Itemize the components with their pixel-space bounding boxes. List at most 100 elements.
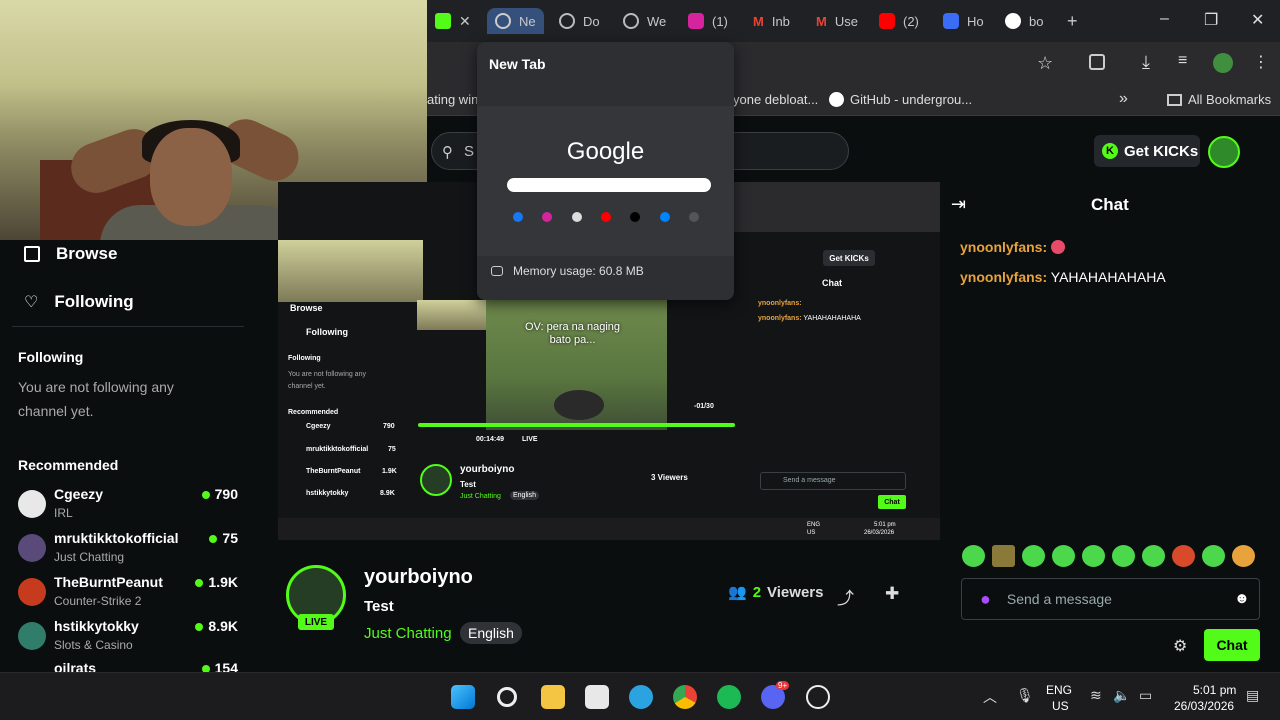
preview-shortcuts: [513, 212, 699, 224]
tab-gmail[interactable]: M Inb: [753, 8, 790, 34]
more-icon: [688, 212, 699, 222]
emote-icon[interactable]: [1202, 545, 1225, 567]
media-control-icon[interactable]: ≡: [1178, 52, 1187, 70]
chat-settings-gear-icon[interactable]: ⚙: [1173, 636, 1187, 656]
nav-browse[interactable]: Browse: [24, 244, 117, 264]
nested-following-empty: You are not following any channel yet.: [288, 371, 366, 390]
new-tab-button[interactable]: +: [1067, 8, 1078, 34]
nav-following[interactable]: ♡ Following: [24, 292, 134, 312]
taskbar-date[interactable]: 26/03/2026: [1174, 699, 1234, 713]
bookmark-star-icon[interactable]: ☆: [1037, 53, 1053, 74]
nested-tb-date: 26/03/2026: [864, 530, 895, 536]
stream-language-tag[interactable]: English: [460, 622, 522, 644]
tab-do[interactable]: Do: [559, 8, 600, 34]
tab-label: Use: [834, 13, 858, 29]
notifications-icon[interactable]: ▤: [1246, 687, 1259, 704]
microphone-icon[interactable]: ●: [980, 589, 991, 610]
globe-icon: [559, 13, 575, 29]
channel-name: hstikkytokky: [54, 618, 139, 634]
send-chat-button[interactable]: Chat: [1204, 629, 1260, 661]
tab-ho[interactable]: Ho: [943, 8, 984, 34]
facebook-icon: [513, 212, 523, 222]
nested-streamer: yourboiyno: [460, 464, 515, 475]
battery-icon[interactable]: ▭: [1139, 687, 1152, 704]
emote-icon[interactable]: [992, 545, 1015, 567]
channel-avatar: [18, 534, 46, 562]
file-explorer-icon[interactable]: [541, 685, 565, 709]
stream-category[interactable]: Just Chatting: [364, 625, 452, 642]
tab-gmail-2[interactable]: M Use: [816, 8, 858, 34]
emote-icon[interactable]: [1172, 545, 1195, 567]
extensions-icon[interactable]: [1089, 54, 1105, 70]
emote-icon[interactable]: [1052, 545, 1075, 567]
tab-close-icon[interactable]: ✕: [459, 13, 471, 30]
tab-instagram[interactable]: (1): [688, 8, 728, 34]
nested-browser-chrome: [733, 182, 940, 232]
all-bookmarks[interactable]: All Bookmarks: [1167, 92, 1271, 107]
recommended-channel[interactable]: hstikkytokky Slots & Casino 8.9K: [18, 618, 240, 662]
channel-name: oilrats: [54, 662, 97, 672]
chat-input[interactable]: ● Send a message ☻: [961, 578, 1260, 620]
tab-google[interactable]: bo: [1005, 8, 1043, 34]
telegram-icon[interactable]: [629, 685, 653, 709]
tab-youtube[interactable]: (2): [879, 8, 919, 34]
chat-title: Chat: [1091, 195, 1129, 214]
close-window-icon[interactable]: ✕: [1251, 10, 1264, 30]
download-icon[interactable]: ⤓: [1142, 52, 1150, 73]
minimize-icon[interactable]: –: [1160, 10, 1169, 28]
spotify-icon[interactable]: [717, 685, 741, 709]
emoji-picker-icon[interactable]: ☻: [1234, 590, 1250, 607]
emote-icon[interactable]: [1022, 545, 1045, 567]
recommended-channel[interactable]: oilrats 154: [18, 662, 240, 672]
app-icon[interactable]: [806, 685, 830, 709]
recommended-channel[interactable]: Cgeezy IRL 790: [18, 486, 240, 530]
chat-username[interactable]: ynoonlyfans: [960, 269, 1042, 285]
taskbar-region[interactable]: US: [1052, 699, 1069, 713]
nested-rec-name: Cgeezy: [306, 423, 331, 430]
emote-bar: [962, 545, 1262, 567]
share-icon[interactable]: ⤴: [837, 584, 854, 609]
viewer-count: 790: [214, 486, 238, 502]
emote-icon[interactable]: [962, 545, 985, 567]
user-avatar[interactable]: [1208, 136, 1240, 168]
emote-icon[interactable]: [1112, 545, 1135, 567]
collapse-chat-icon[interactable]: ⇥: [951, 194, 966, 215]
chrome-icon[interactable]: [673, 685, 697, 709]
volume-icon[interactable]: 🔈: [1113, 687, 1130, 704]
tab-kick[interactable]: ✕: [435, 8, 471, 34]
tab-label: We: [647, 13, 667, 29]
follow-user-icon[interactable]: ✚: [885, 584, 899, 604]
search-icon[interactable]: [497, 687, 517, 707]
bookmarks-overflow-icon[interactable]: »: [1119, 90, 1128, 108]
microphone-icon[interactable]: 🎙: [1016, 687, 1034, 704]
taskbar-time[interactable]: 5:01 pm: [1193, 683, 1236, 697]
emote-icon[interactable]: [1232, 545, 1255, 567]
nested-live: LIVE: [522, 436, 538, 443]
recommended-heading: Recommended: [18, 457, 119, 473]
recommended-channel[interactable]: mruktikktokofficial Just Chatting 75: [18, 530, 240, 574]
tab-we[interactable]: We: [623, 8, 666, 34]
recommended-channel[interactable]: TheBurntPeanut Counter-Strike 2 1.9K: [18, 574, 240, 618]
all-bookmarks-label: All Bookmarks: [1188, 92, 1272, 107]
get-kicks-button[interactable]: K Get KICKs: [1094, 135, 1200, 167]
browse-icon: [24, 246, 40, 262]
get-kicks-label: Get KICKs: [1124, 142, 1199, 160]
taskbar-lang[interactable]: ENG: [1046, 683, 1072, 697]
microsoft-store-icon[interactable]: [585, 685, 609, 709]
maximize-icon[interactable]: ❐: [1204, 10, 1218, 30]
emote-icon[interactable]: [1142, 545, 1165, 567]
wifi-icon[interactable]: ≋: [1090, 687, 1102, 704]
kick-favicon-icon: [435, 13, 451, 29]
tab-new-tab[interactable]: Ne: [487, 8, 544, 34]
bookmark-github[interactable]: GitHub - undergrou...: [829, 92, 972, 107]
bookmark-item[interactable]: yone debloat...: [733, 92, 818, 107]
emote-icon[interactable]: [1082, 545, 1105, 567]
memory-icon: [491, 266, 503, 276]
channel-name: Cgeezy: [54, 486, 104, 502]
profile-avatar-icon[interactable]: [1213, 53, 1233, 73]
chat-username[interactable]: ynoonlyfans: [960, 239, 1042, 255]
menu-kebab-icon[interactable]: ⋮: [1253, 52, 1269, 72]
streamer-name[interactable]: yourboiyno: [364, 566, 473, 589]
chevron-up-icon[interactable]: ︿: [983, 687, 997, 707]
start-menu-icon[interactable]: [451, 685, 475, 709]
